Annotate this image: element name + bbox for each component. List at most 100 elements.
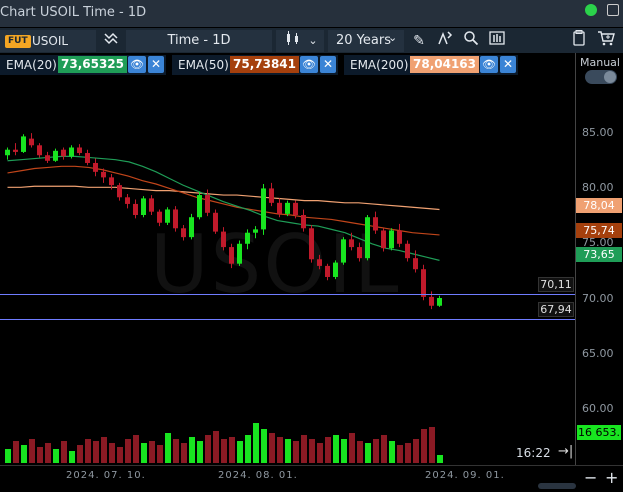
- scroll-to-latest-icon[interactable]: →|: [558, 444, 573, 459]
- volume-bar: [229, 437, 235, 463]
- window-title: Chart USOIL Time - 1D: [0, 5, 147, 20]
- volume-bar: [101, 437, 107, 463]
- volume-bar: [37, 447, 43, 463]
- candle-body: [221, 231, 226, 248]
- volume-bar: [405, 443, 411, 463]
- shapes-icon[interactable]: [434, 30, 456, 52]
- volume-bar: [53, 449, 59, 463]
- volume-bar: [21, 445, 27, 463]
- clipboard-icon[interactable]: [568, 30, 590, 52]
- chart-toolbar: FUT USOIL Time - 1D ⌄ 20 Years ⌄ ✎: [0, 28, 623, 53]
- price-line-upper[interactable]: [0, 294, 575, 295]
- volume-bar: [93, 441, 99, 463]
- candle-body: [277, 202, 282, 214]
- volume-bar: [173, 439, 179, 463]
- volume-bar: [213, 431, 219, 463]
- volume-bar: [349, 433, 355, 463]
- candle-body: [53, 150, 58, 161]
- symbol-label: USOIL: [32, 34, 69, 48]
- candle-body: [173, 209, 178, 229]
- candle-body: [141, 198, 146, 215]
- horizontal-scrollbar[interactable]: [538, 483, 576, 489]
- axis-tick: 60.00: [582, 402, 614, 415]
- axis-tick: 85.00: [582, 126, 614, 139]
- manual-scale-toggle[interactable]: [585, 70, 617, 84]
- volume-bar: [61, 441, 67, 463]
- search-icon[interactable]: [460, 30, 482, 52]
- volume-bar: [189, 437, 195, 463]
- candle-body: [253, 229, 258, 233]
- volume-bar: [261, 429, 267, 463]
- volume-bar: [301, 435, 307, 463]
- volume-bar: [293, 441, 299, 463]
- volume-bar: [269, 433, 275, 463]
- candle-body: [109, 177, 114, 186]
- candle-body: [13, 149, 18, 152]
- volume-bar: [389, 441, 395, 463]
- window-maximize-button[interactable]: [607, 4, 619, 16]
- axis-tick: 65.00: [582, 347, 614, 360]
- timeframe-selector[interactable]: Time - 1D: [126, 30, 272, 52]
- ema50-axis-tag: 75,74: [576, 223, 622, 238]
- symbol-selector[interactable]: FUT USOIL: [0, 30, 96, 52]
- compare-icon[interactable]: [100, 30, 122, 52]
- volume-bar: [117, 447, 123, 463]
- candle-body: [149, 198, 154, 212]
- volume-bar: [317, 443, 323, 463]
- volume-bar: [29, 439, 35, 463]
- candle-body: [325, 265, 330, 277]
- zoom-out-button[interactable]: −: [584, 469, 597, 487]
- volume-bar: [165, 433, 171, 463]
- volume-bar: [45, 443, 51, 463]
- axis-tick: 80.00: [582, 181, 614, 194]
- volume-bar: [125, 439, 131, 463]
- price-chart[interactable]: [0, 55, 575, 465]
- volume-bar: [365, 443, 371, 463]
- volume-bar: [69, 451, 75, 463]
- candle-body: [349, 239, 354, 248]
- volume-bar: [141, 443, 147, 463]
- zoom-in-button[interactable]: +: [605, 469, 618, 487]
- clock-label: 16:22: [516, 446, 551, 460]
- candle-body: [245, 232, 250, 244]
- price-line-upper-label: 70,11: [538, 277, 574, 292]
- candle-body: [389, 230, 394, 249]
- indicators-icon[interactable]: [486, 30, 508, 52]
- candle-body: [181, 228, 186, 238]
- candle-body: [381, 230, 386, 249]
- volume-bar: [205, 435, 211, 463]
- candle-body: [133, 203, 138, 215]
- volume-bar: [85, 439, 91, 463]
- candle-body: [205, 195, 210, 213]
- price-line-lower[interactable]: [0, 319, 575, 320]
- add-to-cart-icon[interactable]: [595, 30, 617, 52]
- candle-body: [21, 136, 26, 152]
- range-selector[interactable]: 20 Years ⌄: [328, 30, 404, 52]
- volume-bar: [429, 427, 435, 463]
- chart-type-selector[interactable]: ⌄: [276, 30, 324, 52]
- ema200-axis-tag: 78,04: [576, 198, 622, 213]
- candle-body: [77, 147, 82, 154]
- candle-body: [421, 269, 426, 297]
- volume-bar: [157, 445, 163, 463]
- price-line-lower-label: 67,94: [538, 302, 574, 317]
- volume-bar: [133, 435, 139, 463]
- candle-body: [413, 258, 418, 270]
- volume-bar: [341, 439, 347, 463]
- volume-bar: [309, 439, 315, 463]
- candle-body: [5, 149, 10, 156]
- candle-body: [397, 230, 402, 244]
- candle-body: [261, 188, 266, 230]
- pencil-icon[interactable]: ✎: [408, 30, 430, 52]
- volume-bar: [149, 441, 155, 463]
- axis-tick: 70.00: [582, 292, 614, 305]
- volume-bar: [421, 429, 427, 463]
- candle-body: [293, 202, 298, 215]
- candle-body: [93, 162, 98, 172]
- candle-body: [237, 243, 242, 264]
- candle-body: [213, 212, 218, 232]
- candle-body: [317, 259, 322, 266]
- volume-bar: [109, 443, 115, 463]
- volume-bar: [237, 441, 243, 463]
- window-status-dot[interactable]: [585, 4, 597, 16]
